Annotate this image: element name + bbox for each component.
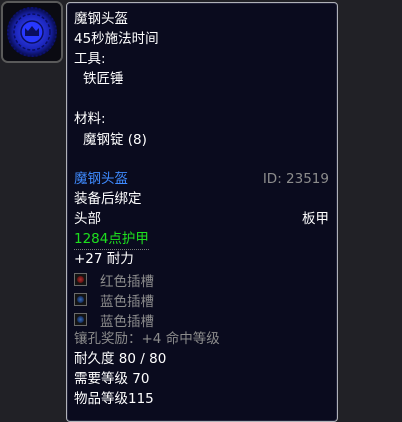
stamina-stat: +27 耐力 — [74, 251, 134, 267]
armor-type: 板甲 — [302, 211, 329, 227]
socket-label: 红色插槽 — [100, 273, 154, 290]
red-socket-icon — [74, 273, 87, 286]
blue-socket-icon — [74, 313, 87, 326]
item-id: ID: 23519 — [262, 171, 329, 187]
helm-rune-icon — [3, 3, 61, 61]
tool-name: 铁匠锤 — [83, 71, 124, 87]
tools-label: 工具: — [74, 51, 106, 67]
bind-type: 装备后绑定 — [74, 191, 142, 207]
materials-label: 材料: — [74, 111, 106, 127]
socket-blue: 蓝色插槽 — [74, 291, 154, 310]
socket-blue: 蓝色插槽 — [74, 311, 154, 330]
item-level: 物品等级115 — [74, 391, 154, 407]
item-icon[interactable] — [1, 1, 63, 63]
blue-socket-icon — [74, 293, 87, 306]
armor-value: 1284点护甲 — [74, 231, 149, 250]
item-tooltip: 魔钢头盔 45秒施法时间 工具: 铁匠锤 材料: 魔钢锭 (8) 魔钢头盔 ID… — [66, 2, 338, 422]
item-name: 魔钢头盔 — [74, 171, 128, 187]
socket-bonus: 镶孔奖励：+4 命中等级 — [74, 331, 220, 347]
socket-label: 蓝色插槽 — [100, 313, 154, 330]
required-level: 需要等级 70 — [74, 371, 150, 387]
item-slot: 头部 — [74, 211, 101, 227]
material-item: 魔钢锭 (8) — [83, 132, 147, 148]
recipe-name: 魔钢头盔 — [74, 11, 128, 27]
cast-time: 45秒施法时间 — [74, 31, 159, 47]
socket-label: 蓝色插槽 — [100, 293, 154, 310]
socket-red: 红色插槽 — [74, 271, 154, 290]
durability: 耐久度 80 / 80 — [74, 351, 167, 367]
